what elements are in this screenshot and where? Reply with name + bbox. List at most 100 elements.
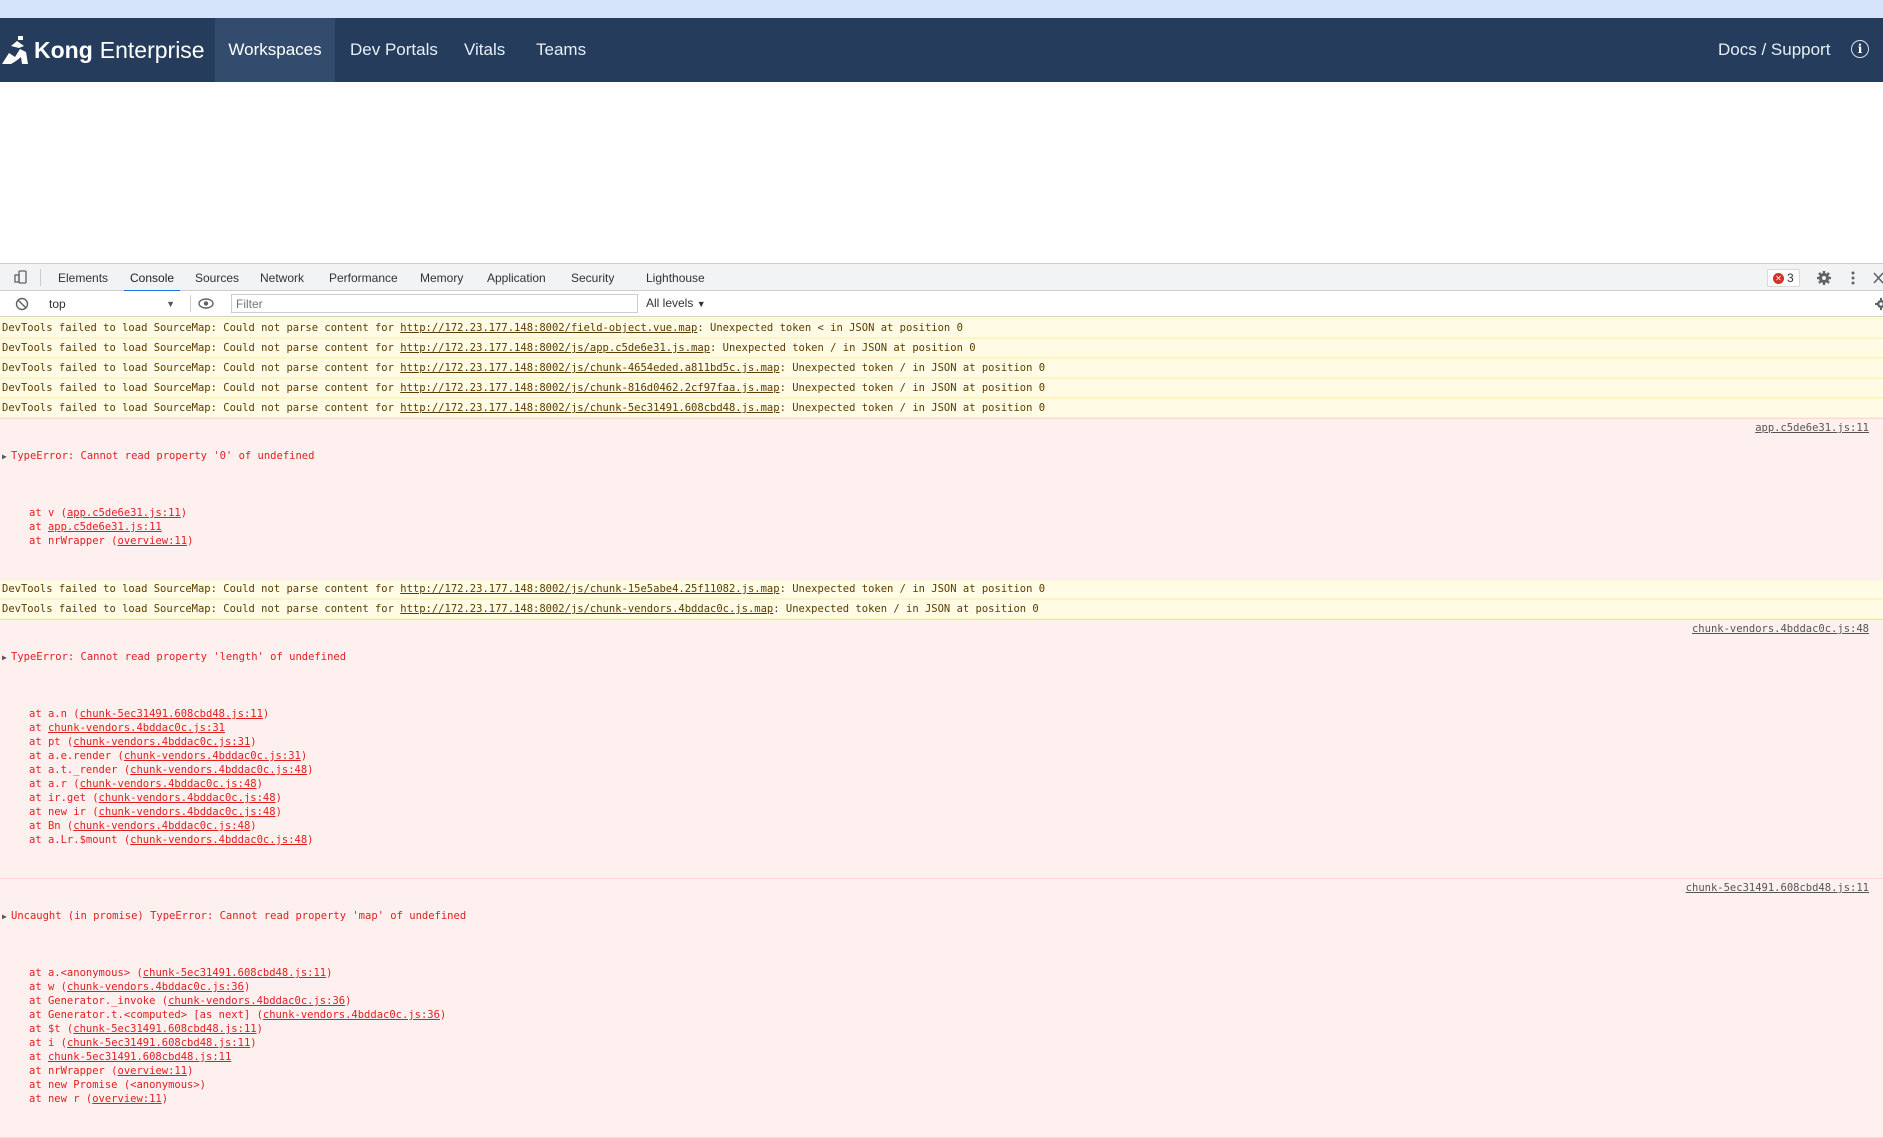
stack-frame: at Bn (chunk-vendors.4bddac0c.js:48) (2, 819, 1883, 833)
frame-text-end: ) (187, 1065, 194, 1077)
error-source-link[interactable]: chunk-5ec31491.608cbd48.js:11 (1686, 881, 1869, 895)
frame-source-link[interactable]: chunk-5ec31491.608cbd48.js:11 (80, 708, 263, 720)
tab-console[interactable]: Console (123, 264, 181, 292)
nav-workspaces-label: Workspaces (228, 40, 322, 59)
frame-text: at a.n ( (29, 708, 80, 720)
sourcemap-link[interactable]: http://172.23.177.148:8002/js/chunk-4654… (400, 362, 779, 374)
error-source-link[interactable]: app.c5de6e31.js:11 (1755, 421, 1869, 435)
frame-source-link[interactable]: app.c5de6e31.js:11 (67, 507, 181, 519)
tab-security-label: Security (571, 270, 615, 285)
sourcemap-link[interactable]: http://172.23.177.148:8002/js/chunk-vend… (400, 603, 773, 615)
tab-security[interactable]: Security (571, 264, 614, 291)
frame-text: at new r ( (29, 1093, 93, 1105)
tab-application[interactable]: Application (487, 264, 546, 291)
device-toolbar-icon[interactable] (14, 270, 28, 284)
frame-source-link[interactable]: chunk-vendors.4bddac0c.js:48 (99, 806, 276, 818)
frame-source-link[interactable]: overview:11 (118, 535, 188, 547)
tab-sources[interactable]: Sources (195, 264, 239, 291)
frame-text: at new ir ( (29, 806, 99, 818)
stack-frame: at w (chunk-vendors.4bddac0c.js:36) (2, 980, 1883, 994)
warning-text: DevTools failed to load SourceMap: Could… (2, 382, 401, 394)
settings-gear-icon[interactable] (1816, 270, 1832, 286)
tab-lighthouse[interactable]: Lighthouse (646, 264, 705, 291)
console-filter-input[interactable] (231, 294, 638, 313)
expand-triangle-icon[interactable]: ▶ (2, 450, 11, 464)
frame-source-link[interactable]: overview:11 (118, 1065, 188, 1077)
stack-frame: at v (app.c5de6e31.js:11) (2, 506, 1883, 520)
context-selector[interactable]: top ▼ (44, 294, 180, 313)
frame-source-link[interactable]: app.c5de6e31.js:11 (48, 521, 162, 533)
brand-suffix: Enterprise (99, 36, 205, 63)
tab-network[interactable]: Network (260, 264, 304, 291)
frame-text-end: ) (250, 1037, 257, 1049)
context-value: top (49, 296, 66, 311)
frame-source-link[interactable]: chunk-vendors.4bddac0c.js:48 (99, 792, 276, 804)
frame-text-end: ) (345, 995, 352, 1007)
frame-source-link[interactable]: overview:11 (92, 1093, 162, 1105)
frame-source-link[interactable]: chunk-vendors.4bddac0c.js:36 (168, 995, 345, 1007)
frame-source-link[interactable]: chunk-vendors.4bddac0c.js:36 (67, 981, 244, 993)
brand-logo[interactable]: Kong Enterprise (0, 18, 205, 82)
info-icon[interactable]: i (1851, 40, 1869, 58)
close-devtools-icon[interactable] (1873, 272, 1883, 284)
stack-trace: at a.<anonymous> (chunk-5ec31491.608cbd4… (2, 966, 1883, 1106)
tab-memory[interactable]: Memory (420, 264, 463, 291)
nav-dev-portals[interactable]: Dev Portals (350, 18, 438, 82)
console-warning: DevTools failed to load SourceMap: Could… (0, 599, 1883, 619)
frame-text: at nrWrapper ( (29, 535, 118, 547)
frame-source-link[interactable]: chunk-vendors.4bddac0c.js:48 (130, 834, 307, 846)
frame-text: at nrWrapper ( (29, 1065, 118, 1077)
frame-text-end: ) (307, 764, 314, 776)
warning-text: DevTools failed to load SourceMap: Could… (2, 342, 401, 354)
stack-frame: at nrWrapper (overview:11) (2, 1064, 1883, 1078)
frame-source-link[interactable]: chunk-5ec31491.608cbd48.js:11 (67, 1037, 250, 1049)
error-source-link[interactable]: chunk-vendors.4bddac0c.js:48 (1692, 622, 1869, 636)
frame-source-link[interactable]: chunk-vendors.4bddac0c.js:31 (124, 750, 301, 762)
log-levels-dropdown[interactable]: All levels ▼ (646, 296, 706, 310)
frame-text-end: ) (300, 750, 308, 762)
sourcemap-link[interactable]: http://172.23.177.148:8002/js/chunk-5ec3… (400, 402, 779, 414)
frame-text: at Generator.t.<computed> [as next] ( (29, 1009, 263, 1021)
frame-text-end: ) (326, 967, 333, 979)
stack-frame: at app.c5de6e31.js:11 (2, 520, 1883, 534)
console-warning: DevTools failed to load SourceMap: Could… (0, 358, 1883, 378)
frame-text-end: ) (439, 1009, 447, 1021)
frame-text: at a.r ( (29, 778, 80, 790)
frame-text: at (29, 521, 48, 533)
sourcemap-link[interactable]: http://172.23.177.148:8002/js/chunk-816d… (400, 382, 779, 394)
docs-support-link[interactable]: Docs / Support (1718, 18, 1830, 82)
clear-console-icon[interactable] (15, 297, 29, 311)
nav-teams[interactable]: Teams (536, 18, 586, 82)
frame-source-link[interactable]: chunk-5ec31491.608cbd48.js:11 (48, 1051, 231, 1063)
tab-elements[interactable]: Elements (58, 264, 108, 291)
frame-text-end: ) (275, 806, 282, 818)
frame-source-link[interactable]: chunk-vendors.4bddac0c.js:36 (263, 1009, 440, 1021)
frame-text-end: ) (256, 778, 263, 790)
frame-source-link[interactable]: chunk-5ec31491.608cbd48.js:11 (73, 1023, 256, 1035)
nav-vitals[interactable]: Vitals (464, 18, 505, 82)
error-count-badge[interactable]: ✕ 3 (1767, 269, 1800, 287)
sourcemap-link[interactable]: http://172.23.177.148:8002/js/app.c5de6e… (400, 342, 710, 354)
eye-icon[interactable] (198, 298, 214, 309)
warning-text: DevTools failed to load SourceMap: Could… (2, 322, 401, 334)
frame-source-link[interactable]: chunk-vendors.4bddac0c.js:48 (80, 778, 257, 790)
expand-triangle-icon[interactable]: ▶ (2, 910, 11, 924)
dropdown-arrow-icon: ▼ (166, 298, 175, 309)
frame-source-link[interactable]: chunk-vendors.4bddac0c.js:31 (48, 722, 225, 734)
stack-frame: at i (chunk-5ec31491.608cbd48.js:11) (2, 1036, 1883, 1050)
expand-triangle-icon[interactable]: ▶ (2, 651, 11, 665)
nav-workspaces[interactable]: Workspaces (215, 18, 335, 82)
console-settings-gear-icon[interactable] (1874, 297, 1883, 311)
tab-performance[interactable]: Performance (329, 264, 398, 291)
brand-name: Kong (34, 36, 93, 63)
info-glyph: i (1857, 42, 1863, 56)
frame-source-link[interactable]: chunk-vendors.4bddac0c.js:48 (130, 764, 307, 776)
frame-source-link[interactable]: chunk-vendors.4bddac0c.js:48 (73, 820, 250, 832)
more-options-icon[interactable] (1850, 270, 1856, 286)
frame-source-link[interactable]: chunk-vendors.4bddac0c.js:31 (73, 736, 250, 748)
frame-text: at Bn ( (29, 820, 74, 832)
frame-text: at (29, 722, 48, 734)
sourcemap-link[interactable]: http://172.23.177.148:8002/field-object.… (400, 322, 697, 334)
frame-source-link[interactable]: chunk-5ec31491.608cbd48.js:11 (143, 967, 326, 979)
sourcemap-link[interactable]: http://172.23.177.148:8002/js/chunk-15e5… (400, 583, 779, 595)
